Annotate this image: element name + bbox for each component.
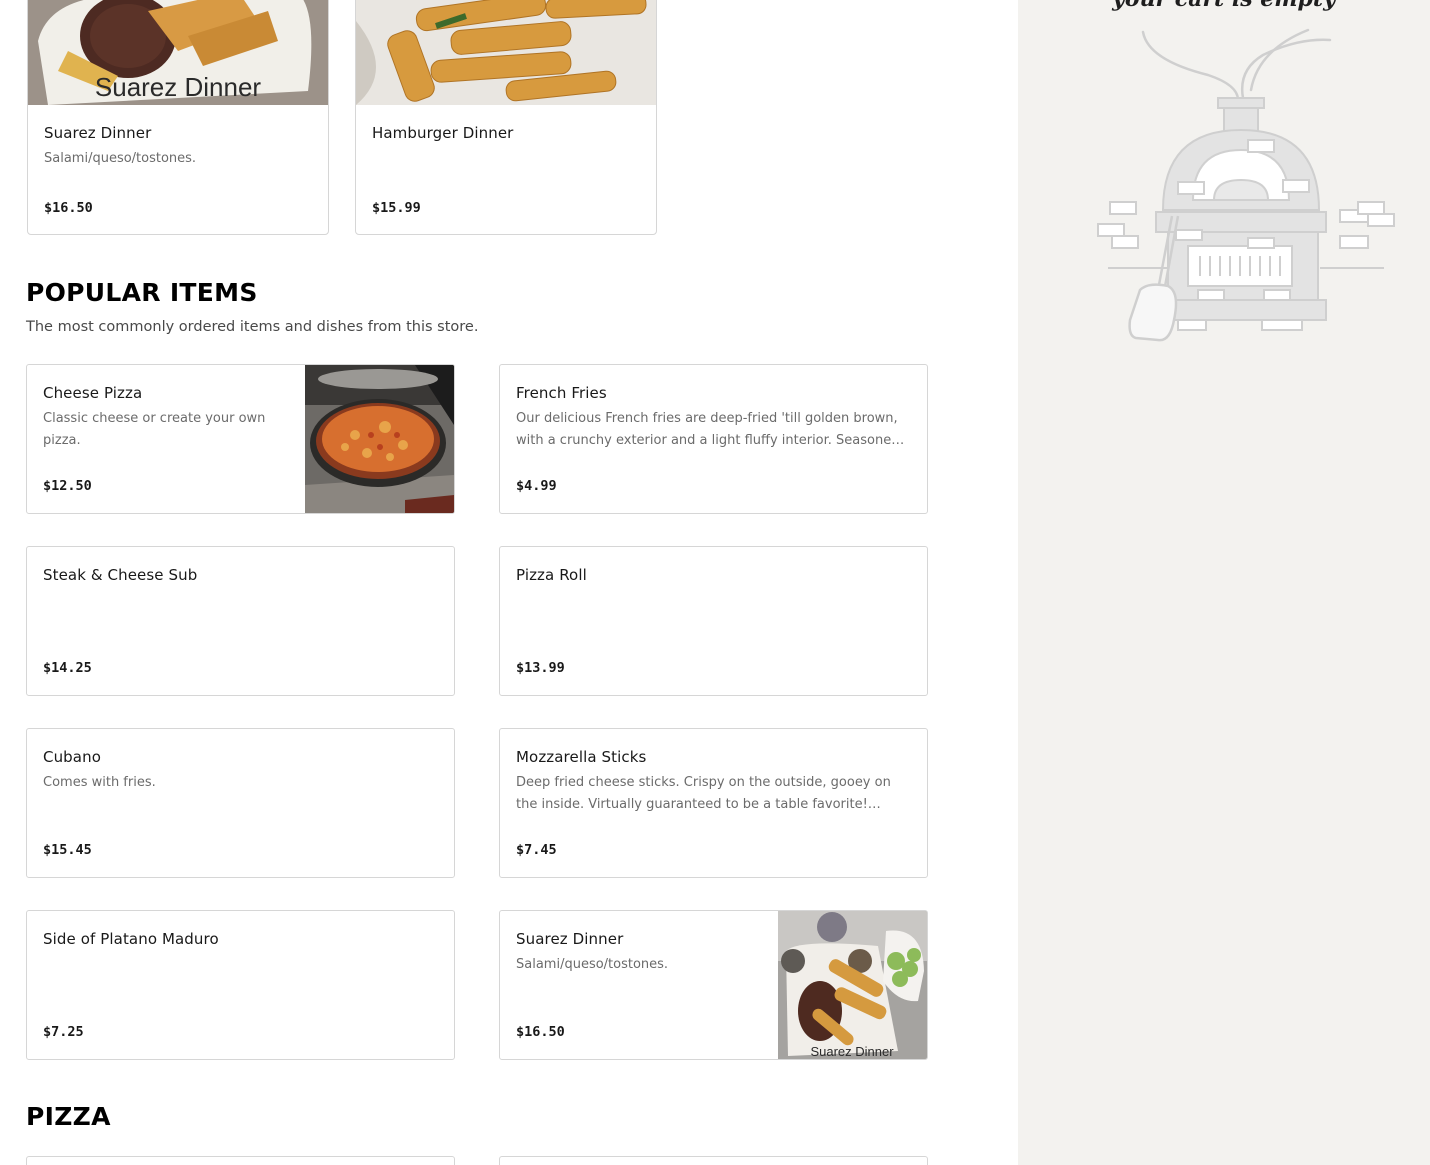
item-name: Steak & Cheese Sub [43, 566, 198, 584]
item-name: Hamburger Dinner [372, 124, 514, 142]
section-title-pizza: PIZZA [26, 1102, 111, 1131]
cart-empty-text: your cart is empty [1018, 0, 1430, 12]
item-description: Salami/queso/tostones. [516, 957, 669, 972]
item-name: Mozzarella Sticks [516, 748, 647, 766]
pizza-oven-illustration [1097, 28, 1395, 342]
menu-item-card[interactable]: Mozzarella Sticks Deep fried cheese stic… [499, 728, 928, 878]
menu-item-card[interactable]: Side of Platano Maduro $7.25 [26, 910, 455, 1060]
food-photo: Suarez Dinner [28, 0, 328, 105]
menu-item-card[interactable]: French Fries Our delicious French fries … [499, 364, 928, 514]
item-name: Suarez Dinner [44, 124, 152, 142]
item-name: Suarez Dinner [516, 930, 624, 948]
food-photo [305, 365, 454, 513]
section-subtitle: The most commonly ordered items and dish… [26, 319, 479, 335]
cart-panel: your cart is empty [1018, 0, 1430, 1165]
menu-item-card[interactable]: Cheese Pizza Classic cheese or create yo… [26, 364, 455, 514]
menu-content: Suarez Dinner Suarez Dinner Salami/queso… [0, 0, 1018, 1165]
item-price: $7.45 [516, 842, 557, 858]
item-price: $16.50 [44, 200, 93, 216]
food-photo: Suarez Dinner [778, 911, 927, 1059]
image-caption: Suarez Dinner [810, 1044, 894, 1059]
item-price: $15.99 [372, 200, 421, 216]
item-description: Our delicious French fries are deep-frie… [516, 411, 900, 448]
item-description: Comes with fries. [43, 775, 156, 790]
item-name: French Fries [516, 384, 607, 402]
section-title-popular: POPULAR ITEMS [26, 278, 258, 307]
item-description: Salami/queso/tostones. [44, 151, 197, 166]
item-price: $16.50 [516, 1024, 565, 1040]
item-name: Pizza Roll [516, 566, 587, 584]
image-caption: Suarez Dinner [95, 72, 262, 102]
food-photo [356, 0, 656, 105]
menu-item-card[interactable]: Suarez Dinner Salami/queso/tostones. $16… [499, 910, 928, 1060]
item-price: $15.45 [43, 842, 92, 858]
item-price: $13.99 [516, 660, 565, 676]
item-price: $12.50 [43, 478, 92, 494]
menu-item-card[interactable]: Pizza Roll $13.99 [499, 546, 928, 696]
item-price: $14.25 [43, 660, 92, 676]
menu-item-card[interactable] [26, 1156, 455, 1165]
item-price: $4.99 [516, 478, 557, 494]
item-price: $7.25 [43, 1024, 84, 1040]
item-name: Cheese Pizza [43, 384, 143, 402]
item-description: Classic cheese or create your own pizza. [43, 411, 266, 448]
item-description: Deep fried cheese sticks. Crispy on the … [516, 775, 891, 812]
menu-item-card[interactable]: Cubano Comes with fries. $15.45 [26, 728, 455, 878]
featured-item-card[interactable]: Hamburger Dinner $15.99 [355, 0, 657, 235]
item-name: Cubano [43, 748, 101, 766]
featured-item-card[interactable]: Suarez Dinner Suarez Dinner Salami/queso… [27, 0, 329, 235]
menu-item-card[interactable] [499, 1156, 928, 1165]
menu-item-card[interactable]: Steak & Cheese Sub $14.25 [26, 546, 455, 696]
item-name: Side of Platano Maduro [43, 930, 219, 948]
